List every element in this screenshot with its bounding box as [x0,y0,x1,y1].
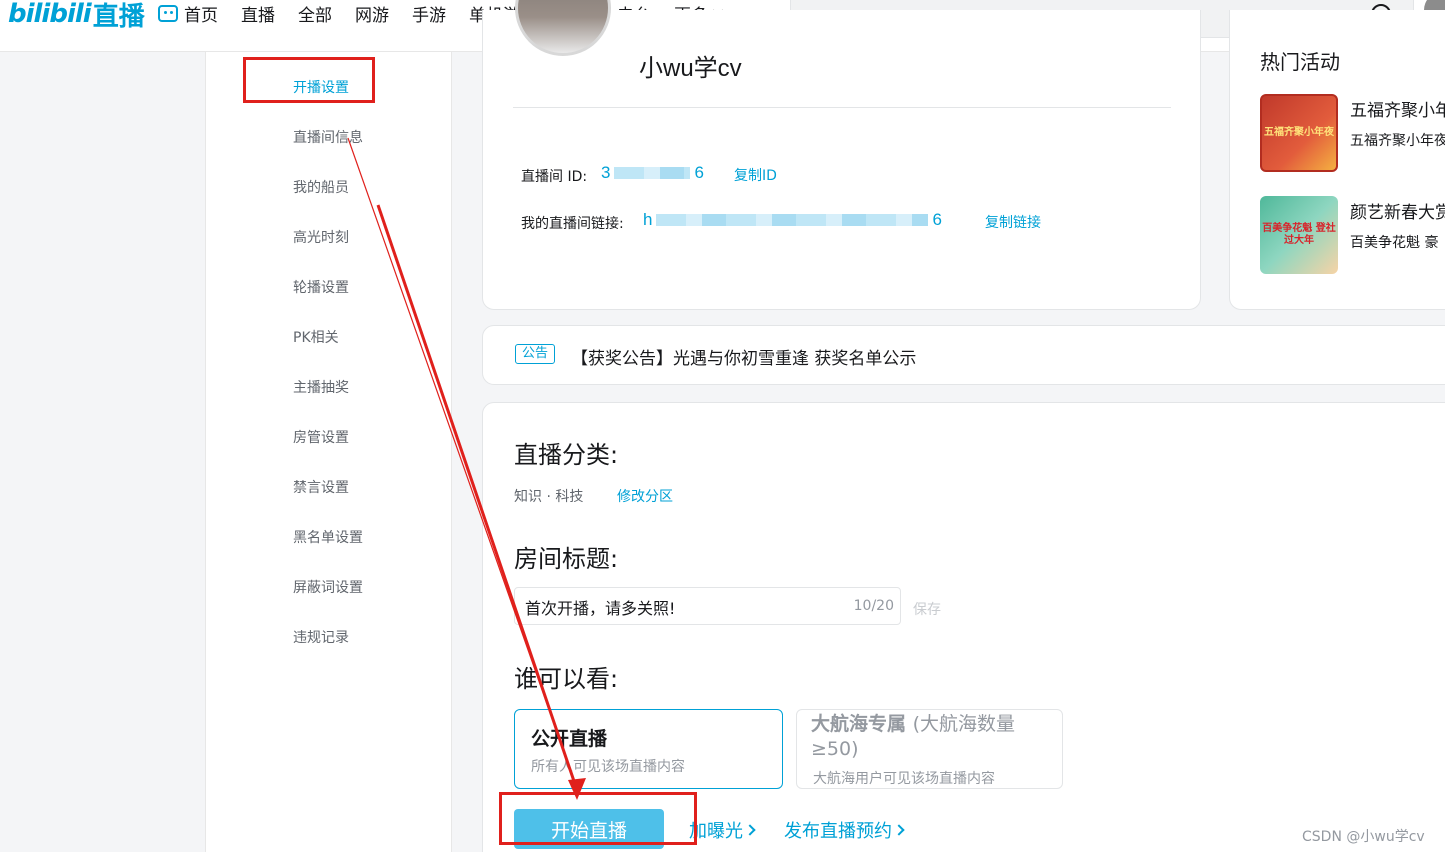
activity-item[interactable]: 五福齐聚小年夜 五福齐聚小年夜 五福齐聚小年夜 [1260,94,1445,174]
fleet-title-text: 大航海专属 [811,713,907,735]
audience-title: 谁可以看: [514,665,619,693]
nav-home[interactable]: 首页 [158,1,218,26]
nav-mobile-games[interactable]: 手游 [412,1,446,26]
fleet-only-desc: 大航海用户可见该场直播内容 [813,771,995,787]
activity-thumbnail: 百美争花魁 登社过大年 [1260,196,1338,274]
room-id-value: 3 6 [601,163,704,182]
activity-name: 颜艺新春大赏 [1350,203,1445,223]
divider [513,107,1171,108]
nav-home-label: 首页 [184,5,218,26]
hot-activities-title: 热门活动 [1260,50,1340,74]
public-stream-title: 公开直播 [531,728,608,750]
redaction-mask [614,167,691,179]
sidebar-item-carousel[interactable]: 轮播设置 [293,277,349,297]
copy-id-button[interactable]: 复制ID [734,165,777,185]
sidebar-item-blocked-words[interactable]: 屏蔽词设置 [293,577,363,597]
sidebar-item-lottery[interactable]: 主播抽奖 [293,377,349,397]
sidebar-item-highlights[interactable]: 高光时刻 [293,227,349,247]
room-link-end: 6 [932,210,942,229]
public-stream-desc: 所有人可见该场直播内容 [531,759,685,775]
stream-settings-panel: 直播分类: 知识 · 科技 修改分区 房间标题: 10/20 保存 谁可以看: … [482,402,1445,852]
room-link-label: 我的直播间链接: [521,216,624,232]
save-title-button[interactable]: 保存 [913,599,941,619]
chevron-right-icon [744,824,756,836]
annotation-box-start [499,792,697,845]
tv-icon [158,4,178,22]
sidebar-item-room-info[interactable]: 直播间信息 [293,127,363,147]
sidebar-item-blacklist[interactable]: 黑名单设置 [293,527,363,547]
announcement-bar: 公告 【获奖公告】光遇与你初雪重逢 获奖名单公示 [482,325,1445,385]
logo-text: bilibili [8,0,92,29]
category-value: 知识 · 科技 [514,489,584,505]
sidebar-item-violations[interactable]: 违规记录 [293,627,349,647]
annotation-box-settings [243,57,375,103]
fleet-only-title: 大航海专属 (大航海数量≥50) [811,712,1051,762]
streamer-username: 小wu学cv [639,55,742,82]
csdn-watermark: CSDN @小wu学cv [1302,829,1425,845]
category-title: 直播分类: [514,441,619,469]
hot-activities-card: 热门活动 五福齐聚小年夜 五福齐聚小年夜 五福齐聚小年夜 百美争花魁 登社过大年… [1229,10,1445,310]
boost-label: 加曝光 [689,821,743,842]
room-id-end: 6 [694,163,704,182]
schedule-live-link[interactable]: 发布直播预约 [784,817,905,843]
fleet-only-option[interactable]: 大航海专属 (大航海数量≥50) 大航海用户可见该场直播内容 [796,709,1063,789]
logo-suffix: 直播 [92,1,145,32]
activity-subtitle: 百美争花魁 豪 [1350,235,1439,251]
room-title-input[interactable] [525,594,845,620]
room-link-start: h [643,210,653,229]
sidebar-item-mute[interactable]: 禁言设置 [293,477,349,497]
room-link-value: h 6 [643,210,942,229]
chevron-right-icon [893,824,905,836]
change-category-link[interactable]: 修改分区 [617,486,673,506]
copy-link-button[interactable]: 复制链接 [985,212,1041,232]
streamer-avatar [515,0,611,75]
activity-thumbnail: 五福齐聚小年夜 [1260,94,1338,172]
bilibili-live-logo[interactable]: bilibili 直播 [8,0,145,32]
activity-name: 五福齐聚小年夜 [1350,101,1445,121]
public-stream-option[interactable]: 公开直播 所有人可见该场直播内容 [514,709,783,789]
schedule-label: 发布直播预约 [784,821,892,842]
sidebar-item-pk[interactable]: PK相关 [293,327,339,347]
room-title-label: 房间标题: [514,545,619,573]
title-char-count: 10/20 [853,598,894,614]
profile-card: 小wu学cv 直播间 ID: 3 6 复制ID 我的直播间链接: h 6 复制链… [482,0,1201,310]
nav-all[interactable]: 全部 [298,1,332,26]
room-id-start: 3 [601,163,611,182]
sidebar-item-crew[interactable]: 我的船员 [293,177,349,197]
announcement-tag: 公告 [515,344,556,364]
activity-item[interactable]: 百美争花魁 登社过大年 颜艺新春大赏 百美争花魁 豪 [1260,196,1445,276]
nav-live[interactable]: 直播 [241,1,275,26]
boost-exposure-link[interactable]: 加曝光 [689,817,756,843]
redaction-mask [656,214,929,226]
announcement-text[interactable]: 【获奖公告】光遇与你初雪重逢 获奖名单公示 [571,344,916,369]
activity-subtitle: 五福齐聚小年夜 [1350,133,1445,149]
room-title-field: 10/20 [514,587,901,625]
settings-sidebar: 开播设置 直播间信息 我的船员 高光时刻 轮播设置 PK相关 主播抽奖 房管设置… [205,52,452,852]
room-id-label: 直播间 ID: [521,169,588,185]
sidebar-item-moderators[interactable]: 房管设置 [293,427,349,447]
nav-online-games[interactable]: 网游 [355,1,389,26]
